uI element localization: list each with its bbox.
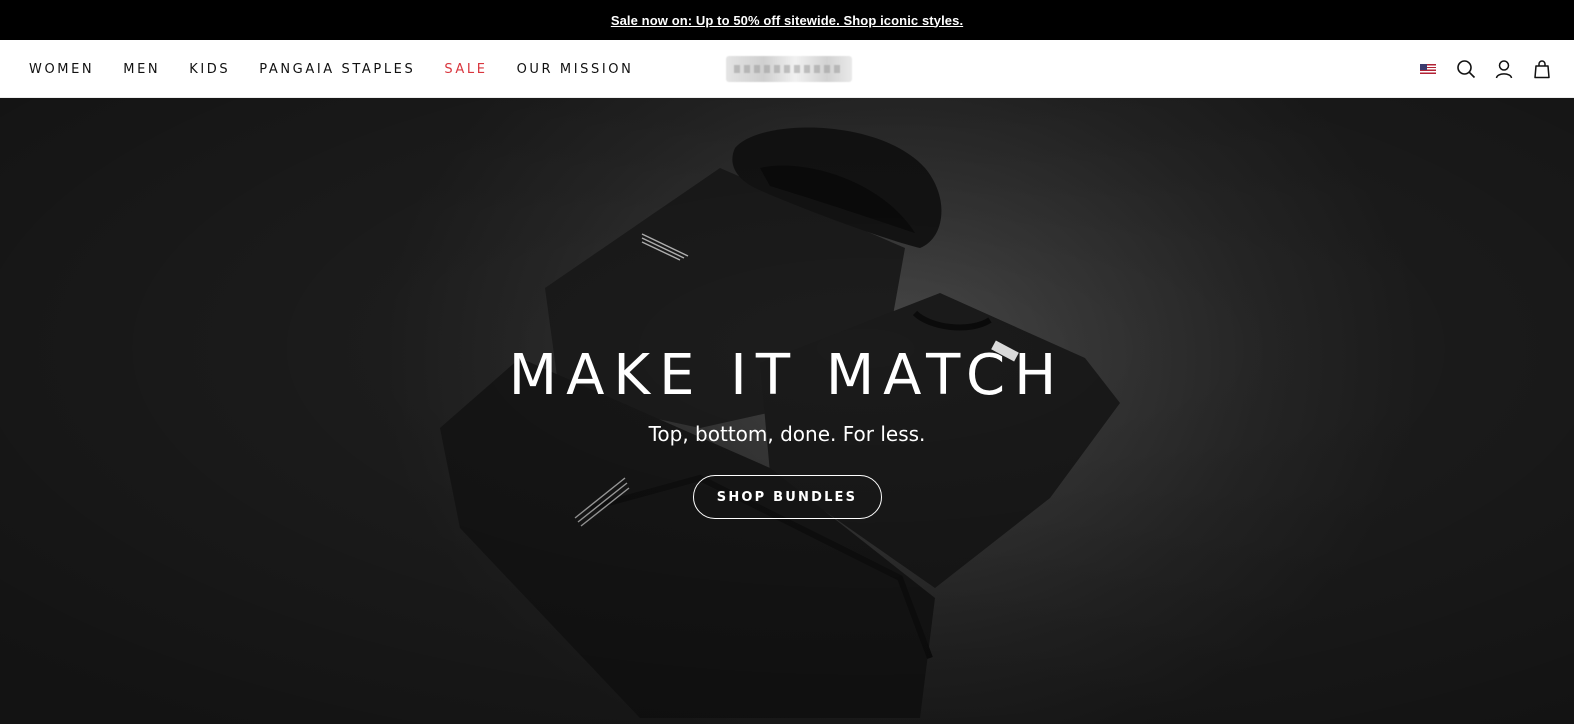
nav-item-women[interactable]: WOMEN	[29, 62, 94, 77]
hero-subtitle: Top, bottom, done. For less.	[648, 422, 926, 446]
announcement-bar: Sale now on: Up to 50% off sitewide. Sho…	[0, 0, 1574, 40]
nav-item-men[interactable]: MEN	[123, 62, 160, 77]
us-flag-icon[interactable]	[1418, 59, 1438, 79]
main-nav: WOMEN MEN KIDS PANGAIA STAPLES SALE OUR …	[29, 40, 662, 98]
bag-icon[interactable]	[1532, 59, 1552, 79]
hero-title: MAKE IT MATCH	[508, 343, 1066, 408]
announcement-link[interactable]: Sale now on: Up to 50% off sitewide. Sho…	[611, 13, 963, 28]
nav-item-our-mission[interactable]: OUR MISSION	[517, 62, 634, 77]
nav-item-sale[interactable]: SALE	[444, 62, 487, 77]
site-header: WOMEN MEN KIDS PANGAIA STAPLES SALE OUR …	[0, 40, 1574, 98]
search-icon[interactable]	[1456, 59, 1476, 79]
header-icons	[1418, 40, 1552, 98]
hero-content: MAKE IT MATCH Top, bottom, done. For les…	[0, 348, 1574, 519]
brand-logo[interactable]	[726, 56, 852, 82]
shop-bundles-button[interactable]: SHOP BUNDLES	[692, 475, 882, 519]
hero-banner[interactable]: MAKE IT MATCH Top, bottom, done. For les…	[0, 98, 1574, 724]
nav-item-kids[interactable]: KIDS	[189, 62, 230, 77]
nav-item-pangaia-staples[interactable]: PANGAIA STAPLES	[259, 62, 415, 77]
account-icon[interactable]	[1494, 59, 1514, 79]
